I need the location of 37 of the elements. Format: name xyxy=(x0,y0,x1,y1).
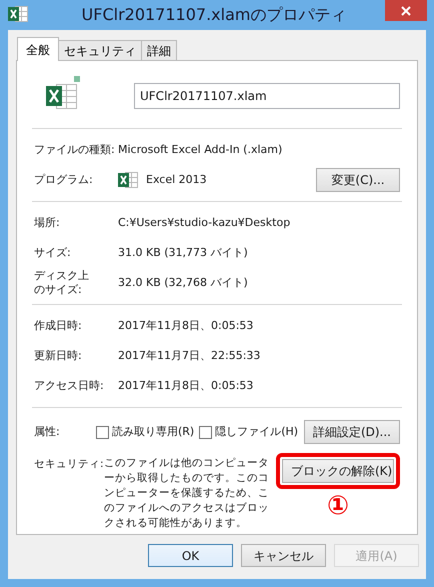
file-name-field[interactable]: UFClr20171107.xlam xyxy=(134,82,400,108)
window-title: UFClr20171107.xlamのプロパティ xyxy=(80,4,348,26)
checkbox[interactable]: 隠しファイル(H) xyxy=(199,424,298,440)
field-value: Microsoft Excel Add-In (.xlam) xyxy=(118,142,282,158)
field-value: 2017年11月8日、0:05:53 xyxy=(118,318,254,334)
dialog-button[interactable]: OK xyxy=(148,544,233,567)
security-message: このファイルは他のコンピューターから取得したものです。このコンピューターを保護するため、このファイルへのアクセスはブロックされる可能性があります。 xyxy=(104,456,270,531)
dialog-button[interactable]: キャンセル xyxy=(241,544,326,567)
spreadsheet-icon xyxy=(118,170,138,190)
field-label: プログラム: xyxy=(34,172,94,188)
checkbox[interactable]: 読み取り専用(R) xyxy=(96,424,194,440)
app-icon xyxy=(8,4,28,24)
unblock-button[interactable]: ブロックの解除(K) xyxy=(282,459,394,483)
field-value: 2017年11月8日、0:05:53 xyxy=(118,378,254,394)
spreadsheet-icon xyxy=(44,76,80,110)
field-label: 作成日時: xyxy=(34,318,83,334)
advanced-button[interactable]: 詳細設定(D)... xyxy=(304,420,400,444)
tab[interactable]: 詳細 xyxy=(141,40,177,60)
tab[interactable]: セキュリティ xyxy=(58,40,142,60)
close-button[interactable] xyxy=(385,0,427,21)
field-label: アクセス日時: xyxy=(34,378,105,394)
field-label: 場所: xyxy=(34,214,61,231)
field-value: 32.0 KB (32,768 バイト) xyxy=(118,274,248,291)
annotation-number: ① xyxy=(326,493,349,519)
field-value: C:¥Users¥studio-kazu¥Desktop xyxy=(118,214,290,231)
close-icon xyxy=(401,6,411,16)
field-label: セキュリティ: xyxy=(34,457,104,472)
field-value: Excel 2013 xyxy=(146,172,208,188)
field-value: 2017年11月7日、22:55:33 xyxy=(118,348,260,364)
field-label: ファイルの種類: xyxy=(34,142,116,158)
field-label: 属性: xyxy=(34,424,61,440)
tab[interactable]: 全般 xyxy=(17,37,59,61)
field-label: 更新日時: xyxy=(34,348,83,364)
field-value: 31.0 KB (31,773 バイト) xyxy=(118,244,248,261)
field-label: ディスク上のサイズ: xyxy=(34,269,90,297)
field-label: サイズ: xyxy=(34,244,72,261)
change-button[interactable]: 変更(C)... xyxy=(316,168,400,192)
